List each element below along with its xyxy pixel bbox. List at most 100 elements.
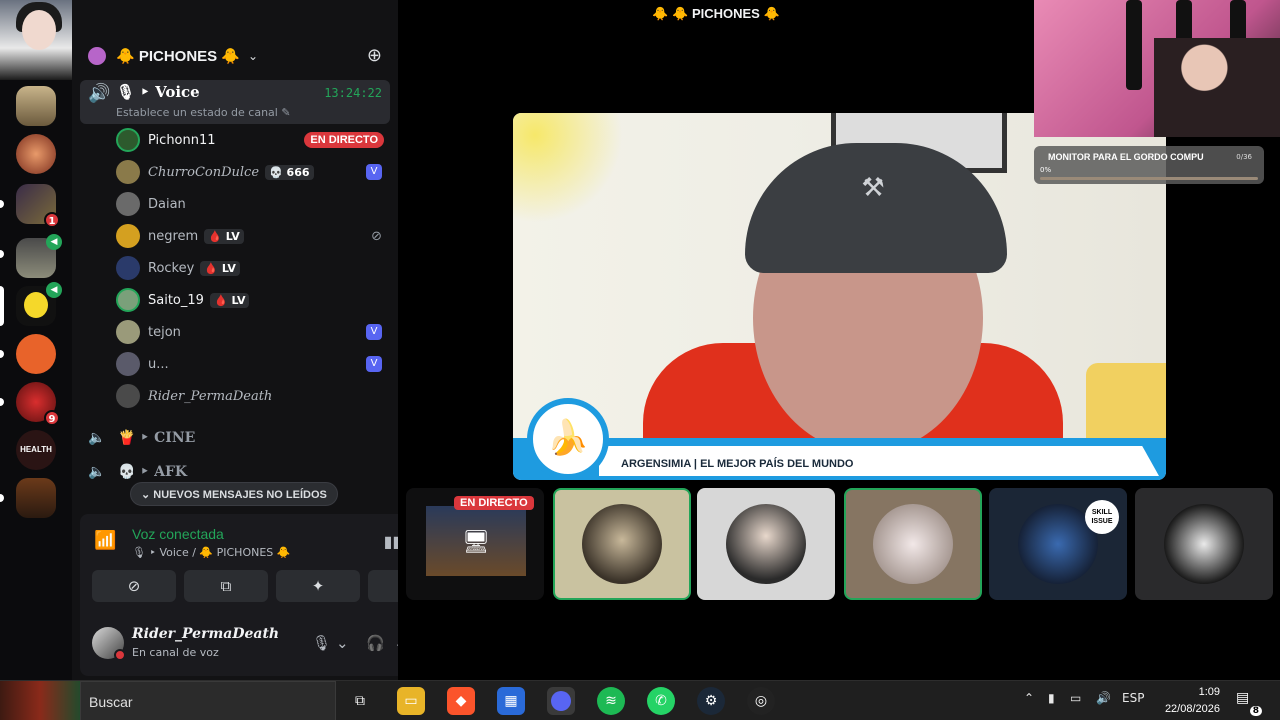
voice-member[interactable]: negrem 🩸 LV ⊘ <box>116 222 386 250</box>
speaker-icon: ◀ <box>46 282 62 298</box>
activities-icon: ✦ <box>311 577 325 595</box>
unread-dot <box>0 398 4 406</box>
donation-goal-widget: MONITOR PARA EL GORDO COMPU 0/36 0% <box>1034 146 1264 184</box>
channel-name: 💀 ‣ AFK <box>118 464 188 480</box>
microsoft-store-icon[interactable]: ▦ <box>497 687 525 715</box>
server-icon-doom[interactable] <box>16 478 56 518</box>
live-badge: EN DIRECTO <box>454 496 534 510</box>
screen-share-icon: 🖥 <box>462 530 490 555</box>
server-icon-pichones[interactable]: ◀ <box>16 282 62 326</box>
unread-dot <box>0 350 4 358</box>
member-tag: 🩸 LV <box>204 228 244 244</box>
server-sidebar: 1 ◀ ◀ 9 HEALTH <box>0 0 72 680</box>
server-icon-3[interactable]: 1 <box>16 184 60 228</box>
server-icon-6[interactable] <box>16 334 56 374</box>
avatar <box>116 320 140 344</box>
taskbar-search[interactable]: Buscar <box>80 681 336 720</box>
volume-icon[interactable]: 🔊 <box>1096 691 1111 705</box>
voice-member[interactable]: tejon V <box>116 318 386 346</box>
task-view-icon[interactable]: ⧉ <box>346 687 374 715</box>
voice-member[interactable]: ChurroConDulce 💀 666 V <box>116 158 386 186</box>
goal-percent: 0% <box>1040 166 1052 174</box>
clock-date: 22/08/2026 <box>1164 703 1220 715</box>
guitar-decoration <box>1126 0 1142 90</box>
steam-icon[interactable]: ⚙ <box>697 687 725 715</box>
new-messages-label: NUEVOS MENSAJES NO LEÍDOS <box>153 489 327 501</box>
headphones-icon[interactable]: 🎧 <box>366 634 385 652</box>
avatar <box>873 504 953 584</box>
voice-channel-voice[interactable]: 🔊 🎙 ‣ Voice 13:24:22 Establece un estado… <box>80 80 390 124</box>
member-tag: 🩸 LV <box>200 260 240 276</box>
chevron-down-icon[interactable]: ⌄ <box>336 634 349 652</box>
obs-icon[interactable]: ◎ <box>747 687 775 715</box>
banana-icon: 🍌 <box>527 398 609 480</box>
camera-off-icon: ⊘ <box>127 577 141 595</box>
participant-tile[interactable] <box>553 488 691 600</box>
chevron-up-icon[interactable]: ⌃ <box>1024 691 1034 705</box>
file-explorer-icon[interactable]: ▭ <box>397 687 425 715</box>
unread-dot <box>0 200 4 208</box>
member-tag: 💀 666 <box>265 164 314 180</box>
voice-member[interactable]: Pichonn11 EN DIRECTO <box>116 126 386 154</box>
voice-member[interactable]: Daian <box>116 190 386 218</box>
server-icon-4[interactable]: ◀ <box>16 234 62 278</box>
new-unread-messages-button[interactable]: ⌄ NUEVOS MENSAJES NO LEÍDOS <box>130 482 338 506</box>
user-status: En canal de voz <box>132 646 219 659</box>
health-server-label: HEALTH <box>20 445 52 454</box>
voice-connected-location[interactable]: 🎙 ‣ Voice / 🐥 PICHONES 🐥 <box>132 546 290 559</box>
unread-dot <box>0 494 4 502</box>
avatar <box>116 224 140 248</box>
participant-tile[interactable] <box>844 488 982 600</box>
user-avatar[interactable] <box>92 627 126 661</box>
soundboard-button[interactable]: ♫ <box>368 570 398 602</box>
whatsapp-icon[interactable]: ✆ <box>647 687 675 715</box>
voice-channel-afk[interactable]: 🔈 💀 ‣ AFK <box>88 460 187 484</box>
stream-tile-live[interactable]: EN DIRECTO 🖥 <box>406 488 544 600</box>
participant-tile[interactable]: SKILL ISSUE <box>989 488 1127 600</box>
microphone-icon[interactable]: 🎙 <box>312 634 331 652</box>
voice-stage: 🐥 🐥 PICHONES 🐥 ⚒ ARGENSIMIA | EL MEJOR P… <box>398 0 1280 680</box>
signal-icon[interactable]: 📶 <box>94 530 116 551</box>
share-screen-button[interactable]: ⧉ <box>184 570 268 602</box>
muted-mic-icon: ⊘ <box>371 228 382 244</box>
avatar <box>726 504 806 584</box>
brave-browser-icon[interactable]: ◆ <box>447 687 475 715</box>
network-icon[interactable]: ▭ <box>1070 691 1081 705</box>
member-name: Rider_PermaDeath <box>148 388 273 404</box>
speaker-icon: 🔊 <box>88 83 111 104</box>
clock[interactable]: 1:09 22/08/2026 <box>1165 684 1220 718</box>
voice-member[interactable]: u... V <box>116 350 386 378</box>
speaker-icon: ◀ <box>46 234 62 250</box>
discord-icon[interactable] <box>547 687 575 715</box>
user-name[interactable]: Rider_PermaDeath <box>132 626 279 642</box>
microphone-icon[interactable]: ▮ <box>1048 691 1055 705</box>
invite-people-icon[interactable]: ⊕ <box>367 45 382 66</box>
discord-logo <box>551 691 571 711</box>
notifications-icon[interactable]: ▤ 8 <box>1236 690 1262 716</box>
screen-share-icon: ⧉ <box>220 577 232 595</box>
member-name: u... <box>148 356 169 372</box>
window-title: 🐥 🐥 PICHONES 🐥 <box>652 6 780 21</box>
server-icon-1[interactable] <box>16 86 56 126</box>
selected-server-pill <box>0 286 4 326</box>
skill-issue-sticker: SKILL ISSUE <box>1085 500 1119 534</box>
server-icon-2[interactable] <box>16 134 56 174</box>
activities-button[interactable]: ✦ <box>276 570 360 602</box>
server-header[interactable]: 🐥 PICHONES 🐥 ⌄ ⊕ <box>80 36 390 76</box>
camera-off-button[interactable]: ⊘ <box>92 570 176 602</box>
voice-member[interactable]: Saito_19 🩸 LV <box>116 286 386 314</box>
voice-member[interactable]: Rider_PermaDeath <box>116 382 386 410</box>
voice-channel-cine[interactable]: 🔈 🍟 ‣ CINE <box>88 426 195 450</box>
language-indicator[interactable]: ESP <box>1122 691 1144 705</box>
spotify-icon[interactable]: ≋ <box>597 687 625 715</box>
participant-tile[interactable] <box>1135 488 1273 600</box>
avatar <box>116 192 140 216</box>
channel-status-input[interactable]: Establece un estado de canal ✎ <box>116 106 291 119</box>
noise-suppression-icon[interactable]: ▮▮▮ <box>384 532 398 551</box>
voice-member[interactable]: Rockey 🩸 LV <box>116 254 386 282</box>
server-icon-7[interactable]: 9 <box>16 382 60 426</box>
avatar <box>116 352 140 376</box>
participant-tile[interactable] <box>697 488 835 600</box>
taskbar-widget[interactable] <box>0 681 80 720</box>
streamer-webcam <box>1034 0 1280 137</box>
